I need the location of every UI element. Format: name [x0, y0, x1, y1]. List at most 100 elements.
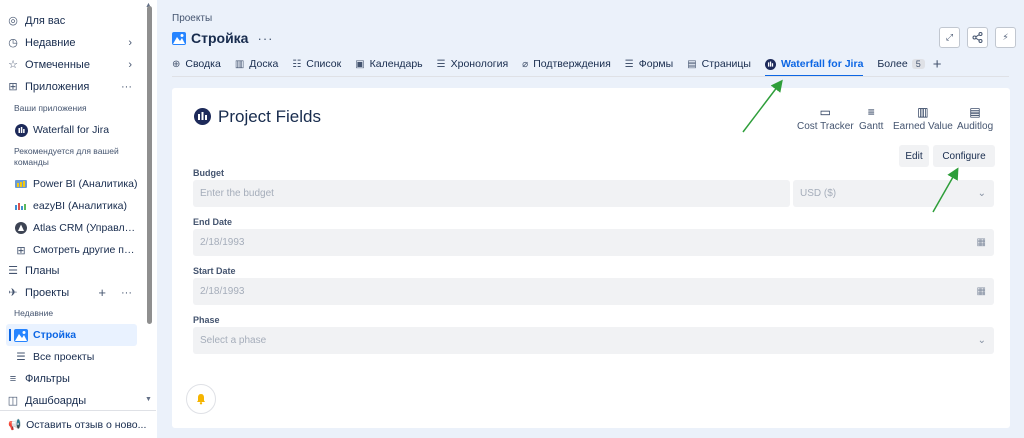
sidebar-item-label: Планы	[25, 264, 60, 277]
sidebar-scroll-area: ◎ Для вас ◷ Недавние › ☆ Отмеченные › ⊞ …	[0, 0, 146, 410]
tab-label: Формы	[638, 58, 674, 70]
tab-calendar[interactable]: ▣ Календарь	[355, 54, 422, 74]
budget-label: Budget	[193, 168, 224, 178]
main-content: Проекты Стройка ··· ⤢ ⚡ ⊕ Сводка ▥ Доска ☷…	[157, 0, 1024, 438]
more-icon[interactable]: ···	[121, 287, 132, 299]
automation-button[interactable]: ⚡	[995, 27, 1016, 48]
share-button[interactable]	[967, 27, 988, 48]
chevron-right-icon: ›	[128, 36, 132, 49]
project-more-icon[interactable]: ···	[257, 31, 273, 46]
tab-approvals[interactable]: ⌀ Подтверждения	[522, 54, 611, 74]
board-icon: ▥	[234, 58, 245, 70]
sidebar-item-apps[interactable]: ⊞ Приложения ···	[0, 76, 140, 97]
list-icon: ☰	[16, 351, 26, 363]
tab-forms[interactable]: ☰ Формы	[625, 54, 673, 74]
project-fields-panel: Project Fields ▭ Cost Tracker ≡ Gantt ▥ …	[172, 88, 1010, 428]
star-icon: ☆	[8, 59, 18, 71]
sidebar-item-filters[interactable]: ≡ Фильтры	[0, 368, 140, 389]
sidebar-app-label: eazyBI (Аналитика)	[33, 200, 127, 212]
atlas-crm-icon	[14, 221, 28, 235]
scroll-down-icon[interactable]: ▼	[145, 396, 152, 403]
gantt-button[interactable]: ≡ Gantt	[859, 105, 883, 132]
tab-label: Доска	[249, 58, 279, 70]
feedback-label: Оставить отзыв о ново...	[26, 418, 147, 431]
sidebar-app-power-bi[interactable]: Power BI (Аналитика)	[10, 174, 140, 194]
sidebar-project-stroyka[interactable]: Стройка	[10, 325, 140, 345]
auditlog-button[interactable]: ▤ Auditlog	[957, 105, 993, 132]
sidebar-app-atlas-crm[interactable]: Atlas CRM (Управлен...	[10, 218, 140, 238]
sidebar-project-label: Стройка	[33, 329, 77, 341]
apps-grid-icon: ⊞	[16, 244, 26, 257]
chevron-right-icon: ›	[128, 58, 132, 71]
sidebar-item-label: Недавние	[25, 36, 76, 49]
megaphone-icon: 📢	[8, 419, 22, 431]
cost-tracker-button[interactable]: ▭ Cost Tracker	[797, 105, 854, 132]
sidebar-app-label: Смотреть другие при...	[33, 244, 140, 256]
sidebar-item-label: Проекты	[25, 286, 70, 299]
bar-chart-icon: ▥	[917, 105, 929, 119]
sidebar-item-projects[interactable]: ✈ Проекты + ···	[0, 282, 140, 303]
sidebar-item-starred[interactable]: ☆ Отмеченные ›	[0, 54, 140, 75]
end-date-label: End Date	[193, 217, 233, 227]
tab-list[interactable]: ☷ Список	[292, 54, 341, 74]
add-tab-button[interactable]: +	[933, 54, 942, 74]
dashboard-icon: ◫	[7, 395, 19, 407]
expand-icon: ⤢	[945, 32, 954, 42]
end-date-input[interactable]: 2/18/1993 ▦	[193, 229, 994, 256]
tab-board[interactable]: ▥ Доска	[235, 54, 278, 74]
filter-icon: ≡	[9, 372, 17, 385]
wallet-icon: ▭	[819, 105, 832, 119]
edit-button[interactable]: Edit	[899, 145, 929, 167]
sidebar-app-explore-more[interactable]: ⊞ Смотреть другие при...	[10, 240, 140, 260]
start-date-input[interactable]: 2/18/1993 ▦	[193, 278, 994, 305]
waterfall-logo-icon	[194, 108, 211, 125]
expand-button[interactable]: ⤢	[939, 27, 960, 48]
phase-select[interactable]: Select a phase ⌄	[193, 327, 994, 354]
panel-title: Project Fields	[218, 107, 321, 126]
project-avatar-icon	[14, 328, 28, 342]
calendar-icon[interactable]: ▦	[977, 286, 986, 297]
sidebar-scrollbar[interactable]	[147, 6, 152, 324]
add-project-icon[interactable]: +	[98, 285, 106, 300]
sidebar-app-label: Все проекты	[33, 351, 95, 363]
currency-select[interactable]: USD ($) ⌄	[793, 180, 994, 207]
notification-button[interactable]	[186, 384, 216, 414]
tab-timeline[interactable]: ☰ Хронология	[437, 54, 509, 74]
tab-label: Подтверждения	[533, 58, 611, 70]
sidebar-app-label: Power BI (Аналитика)	[33, 178, 138, 190]
sidebar-item-plans[interactable]: ☰ Планы	[0, 260, 140, 281]
sidebar-app-eazybi[interactable]: eazyBI (Аналитика)	[10, 196, 140, 216]
tool-label: Cost Tracker	[797, 121, 854, 132]
sidebar-item-label: Отмеченные	[25, 58, 90, 71]
sidebar-all-projects[interactable]: ☰ Все проекты	[10, 347, 140, 367]
tab-label: Более	[877, 58, 908, 70]
start-date-value: 2/18/1993	[200, 286, 245, 297]
sidebar-item-dashboards[interactable]: ◫ Дашбоарды	[0, 390, 140, 410]
chevron-down-icon: ⌄	[977, 188, 986, 199]
tabs-divider	[172, 76, 1009, 77]
calendar-icon: ▣	[355, 58, 365, 70]
breadcrumb[interactable]: Проекты	[172, 13, 212, 24]
earned-value-button[interactable]: ▥ Earned Value	[893, 105, 953, 132]
page-title: Стройка ···	[172, 30, 273, 46]
paperclip-icon: ⌀	[522, 58, 529, 70]
sidebar-app-waterfall[interactable]: Waterfall for Jira	[10, 120, 140, 140]
sidebar: ◎ Для вас ◷ Недавние › ☆ Отмеченные › ⊞ …	[0, 0, 156, 438]
tab-pages[interactable]: ▤ Страницы	[687, 54, 751, 74]
sidebar-item-for-you[interactable]: ◎ Для вас	[0, 10, 140, 31]
tab-label: Хронология	[450, 58, 509, 70]
apps-grid-icon: ⊞	[8, 81, 18, 93]
more-icon[interactable]: ···	[121, 81, 132, 93]
calendar-icon[interactable]: ▦	[977, 237, 986, 248]
tab-summary[interactable]: ⊕ Сводка	[172, 54, 221, 74]
feedback-button[interactable]: 📢 Оставить отзыв о ново...	[0, 410, 156, 438]
tab-waterfall[interactable]: Waterfall for Jira	[764, 54, 864, 77]
currency-value: USD ($)	[800, 188, 837, 199]
eazybi-icon	[14, 199, 28, 213]
tab-more[interactable]: Более 5	[877, 54, 925, 74]
budget-input[interactable]: Enter the budget	[193, 180, 790, 207]
sidebar-item-recent[interactable]: ◷ Недавние ›	[0, 32, 140, 53]
project-tabs: ⊕ Сводка ▥ Доска ☷ Список ▣ Календарь ☰ Хроно…	[172, 54, 956, 77]
configure-button[interactable]: Configure	[933, 145, 995, 167]
phase-label: Phase	[193, 315, 220, 325]
